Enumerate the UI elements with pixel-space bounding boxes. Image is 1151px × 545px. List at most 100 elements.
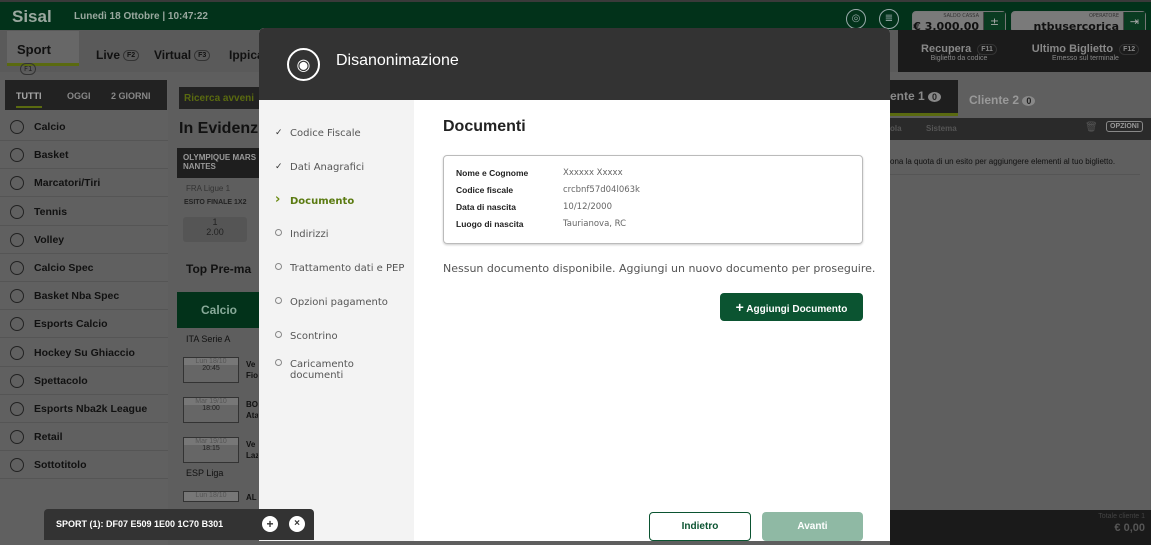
totale-value: € 0,00 <box>1114 522 1145 534</box>
step-label: Indirizzi <box>290 229 329 240</box>
plus-icon[interactable]: + <box>262 516 278 532</box>
sidebar-item[interactable]: Marcatori/Tiri <box>0 169 168 198</box>
sidebar-item[interactable]: Hockey Su Ghiaccio <box>0 339 168 367</box>
circle-icon <box>275 359 284 370</box>
ultimo-biglietto-button[interactable]: Ultimo Biglietto F12 Emesso sul terminale <box>1020 30 1151 72</box>
modal-content: Documenti Nome e Cognome Xxxxxx Xxxxx Codi… <box>414 100 890 541</box>
event-time: 20:45 <box>202 365 220 372</box>
sidebar-item[interactable]: Esports Calcio <box>0 310 168 339</box>
filter-oggi[interactable]: OGGI <box>67 91 91 101</box>
field-label: Codice fiscale <box>456 185 514 195</box>
anagrafica-card: Nome e Cognome Xxxxxx Xxxxx Codice fiscale… <box>443 155 863 244</box>
step-label: Dati Anagrafici <box>290 162 365 173</box>
event-date: Mar 19/10 <box>184 398 238 405</box>
opzioni-button[interactable]: OPZIONI <box>1106 121 1143 132</box>
top-prematch[interactable]: Top Pre-ma <box>186 262 251 276</box>
tab-cliente-1[interactable]: ente 1 0 <box>890 80 958 116</box>
tab-label: Live <box>96 48 121 62</box>
sidebar-item[interactable]: Calcio <box>0 113 168 141</box>
event-teams: AL <box>246 493 257 502</box>
chevron-right-icon: › <box>275 192 281 207</box>
wizard-step: ✓ Dati Anagrafici <box>275 162 410 173</box>
sidebar-item[interactable]: Basket <box>0 141 168 170</box>
check-icon: ✓ <box>275 128 283 138</box>
section-title: Documenti <box>443 118 526 135</box>
odd-value: 2.00 <box>206 227 224 237</box>
step-label: Codice Fiscale <box>290 128 361 139</box>
sidebar-item[interactable]: Calcio Spec <box>0 254 168 282</box>
event-date: Lun 18/10 <box>183 491 239 502</box>
operatore-label: OPERATORE <box>1088 13 1119 19</box>
event-time: 18:15 <box>202 445 220 452</box>
tab-singola[interactable]: ola <box>890 124 902 133</box>
step-label: Documento <box>290 196 355 207</box>
sidebar-item[interactable]: Sottotitolo <box>0 451 168 480</box>
sidebar-item[interactable]: Retail <box>0 423 168 452</box>
event-date: Lun 18/10 <box>184 358 238 365</box>
field-value: 10/12/2000 <box>563 202 612 212</box>
next-button[interactable]: Avanti <box>762 512 863 541</box>
logout-icon[interactable]: ⇥ <box>1123 12 1145 32</box>
sub: Biglietto da codice <box>930 55 988 62</box>
circle-icon <box>275 297 284 308</box>
event-teams[interactable]: Ve Fio <box>246 359 258 381</box>
top-header: Sisal Lunedì 18 Ottobre | 10:47:22 ◎ ≣ S… <box>0 0 1151 33</box>
plusminus-button[interactable]: ± <box>983 12 1005 32</box>
field-value: crcbnf57d04l063k <box>563 185 640 195</box>
count-badge: 0 <box>928 92 942 102</box>
betslip: ente 1 0 Cliente 2 0 ola Sistema 🗑 OPZIO… <box>890 72 1151 545</box>
wizard-step: ✓ Codice Fiscale <box>275 128 410 139</box>
modal-header: ◉ Disanonimazione <box>259 28 890 100</box>
saldo-label: SALDO CASSA <box>943 13 979 19</box>
tab-virtual[interactable]: Virtual F3 <box>154 48 211 62</box>
tab-cliente-2[interactable]: Cliente 2 0 <box>969 93 1036 107</box>
recupera-button[interactable]: Recupera F11 Biglietto da codice <box>898 30 1020 72</box>
step-label: Caricamento documenti <box>290 359 354 381</box>
label: Recupera <box>921 43 972 55</box>
featured-match[interactable]: OLYMPIQUE MARS NANTES <box>177 148 267 178</box>
tab-sistema[interactable]: Sistema <box>926 124 957 133</box>
sub: Emesso sul terminale <box>1052 55 1119 62</box>
wizard-step: Caricamento documenti <box>275 359 410 381</box>
sport-header: Calcio <box>177 292 259 328</box>
betslip-toolbar: ola Sistema 🗑 OPZIONI <box>890 118 1151 140</box>
fingerprint-icon: ◉ <box>287 48 320 81</box>
back-button[interactable]: Indietro <box>649 512 751 541</box>
disanonimazione-modal: ◉ Disanonimazione ✓ Codice Fiscale ✓ Dati A… <box>259 28 890 541</box>
plus-icon: + <box>735 299 744 315</box>
date-filter: TUTTI OGGI 2 GIORNI <box>5 80 167 110</box>
label: ente 1 <box>890 89 925 103</box>
close-icon[interactable]: × <box>289 516 305 532</box>
league: FRA Ligue 1 <box>186 184 231 193</box>
circle-icon <box>275 229 284 240</box>
filter-2-giorni[interactable]: 2 GIORNI <box>111 91 151 101</box>
tab-live[interactable]: Live F2 <box>96 48 140 62</box>
sidebar-item[interactable]: Esports Nba2k League <box>0 395 168 423</box>
evidenza-title: In Evidenz <box>179 120 259 137</box>
sidebar-item[interactable]: Spettacolo <box>0 367 168 395</box>
button-label: Aggiungi Documento <box>746 304 848 315</box>
sidebar-item[interactable]: Basket Nba Spec <box>0 282 168 311</box>
receipt-icon[interactable]: ≣ <box>879 9 899 29</box>
key-hint: F1 <box>20 62 37 75</box>
search-events[interactable]: Ricerca avveni <box>179 87 269 109</box>
event-teams[interactable]: BO Ata <box>246 399 258 421</box>
label: Ultimo Biglietto <box>1031 43 1114 55</box>
add-document-button[interactable]: + Aggiungi Documento <box>720 293 863 321</box>
trash-icon[interactable]: 🗑 <box>1085 122 1098 133</box>
check-icon: ✓ <box>275 162 283 172</box>
event-datetime: Lun 18/10 20:45 <box>183 357 239 383</box>
field-label: Data di nascita <box>456 202 516 212</box>
tab-sport[interactable]: Sport F1 <box>7 31 79 75</box>
odd-button[interactable]: 1 2.00 <box>183 217 247 242</box>
circle-icon <box>275 263 284 274</box>
sidebar-item[interactable]: Volley <box>0 226 168 254</box>
filter-tutti[interactable]: TUTTI <box>16 91 42 108</box>
modal-title: Disanonimazione <box>336 52 459 69</box>
main-content: Ricerca avveni In Evidenz OLYMPIQUE MARS… <box>168 72 269 545</box>
event-teams[interactable]: Ve Laz <box>246 439 258 461</box>
fingerprint-icon[interactable]: ◎ <box>846 9 866 29</box>
sidebar-item[interactable]: Tennis <box>0 198 168 226</box>
field-label: Nome e Cognome <box>456 168 529 178</box>
betslip-hint: ona la quota di un esito per aggiungere … <box>890 157 1140 175</box>
